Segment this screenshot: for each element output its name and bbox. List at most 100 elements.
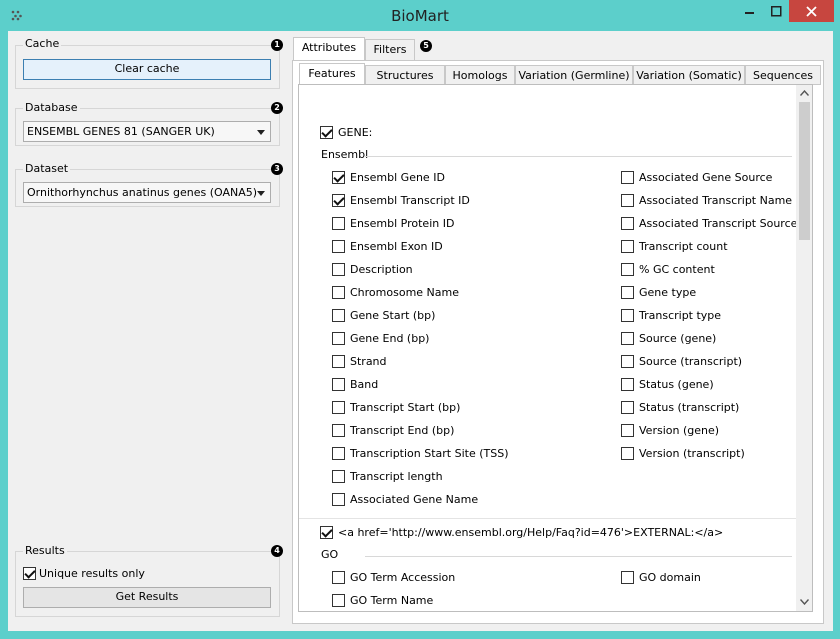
maximize-icon: [770, 5, 781, 16]
scrollbar-thumb[interactable]: [799, 102, 810, 240]
subtab-3[interactable]: Variation (Germline): [515, 65, 633, 85]
scroll-up-icon[interactable]: [800, 90, 809, 96]
gene_section-right-4-label: % GC content: [639, 263, 715, 276]
scroll-down-icon[interactable]: [800, 599, 809, 605]
external_section-right-0-checkbox[interactable]: [621, 571, 634, 584]
gene_section-left-14-label: Associated Gene Name: [350, 493, 479, 506]
window: BioMart Cache 1 Clear cache Database 2 E…: [0, 0, 840, 639]
gene_section-left-9-label: Band: [350, 378, 379, 391]
gene_section-left-3-label: Ensembl Exon ID: [350, 240, 443, 253]
gene_section-right-5-label: Gene type: [639, 286, 697, 299]
dataset-select[interactable]: Ornithorhynchus anatinus genes (OANA5): [23, 182, 271, 203]
gene_section-left-13-checkbox[interactable]: [332, 470, 345, 483]
close-button[interactable]: [789, 0, 834, 22]
gene_section-right-11-checkbox[interactable]: [621, 424, 634, 437]
subtab-1[interactable]: Structures: [365, 65, 445, 85]
gene_section-right-12-checkbox[interactable]: [621, 447, 634, 460]
section-divider: [299, 518, 796, 519]
tab-filters[interactable]: Filters: [365, 39, 415, 61]
gene_section-left-11-label: Transcript End (bp): [350, 424, 455, 437]
external_section-group-separator: [365, 556, 792, 557]
database-select[interactable]: ENSEMBL GENES 81 (SANGER UK): [23, 121, 271, 142]
gene_section-left-10-label: Transcript Start (bp): [350, 401, 461, 414]
gene_section-right-11-label: Version (gene): [639, 424, 720, 437]
gene_section-right-10-label: Status (transcript): [639, 401, 740, 414]
gene_section-left-0-checkbox[interactable]: [332, 171, 345, 184]
results-label: Results: [23, 544, 67, 557]
gene_section-right-8-label: Source (transcript): [639, 355, 743, 368]
gene_section-right-6-checkbox[interactable]: [621, 309, 634, 322]
gene_section-right-9-checkbox[interactable]: [621, 378, 634, 391]
maximize-button[interactable]: [764, 0, 788, 22]
results-badge: 4: [271, 545, 283, 557]
dataset-badge: 3: [271, 163, 283, 175]
window-client: Cache 1 Clear cache Database 2 ENSEMBL G…: [8, 31, 833, 631]
minimize-icon: [745, 12, 754, 14]
tab-attributes[interactable]: Attributes: [293, 37, 365, 61]
gene_section-left-9-checkbox[interactable]: [332, 378, 345, 391]
gene_section-left-12-checkbox[interactable]: [332, 447, 345, 460]
gene_section-right-9-label: Status (gene): [639, 378, 714, 391]
gene_section-section-checkbox[interactable]: [320, 126, 333, 139]
gene_section-right-7-label: Source (gene): [639, 332, 717, 345]
gene_section-left-10-checkbox[interactable]: [332, 401, 345, 414]
external_section-left-1-checkbox[interactable]: [332, 594, 345, 607]
gene_section-group-separator: [365, 156, 792, 157]
minimize-button[interactable]: [737, 0, 763, 22]
cache-badge: 1: [271, 39, 283, 51]
gene_section-left-2-label: Ensembl Protein ID: [350, 217, 455, 230]
gene_section-left-12-label: Transcription Start Site (TSS): [350, 447, 509, 460]
gene_section-left-7-label: Gene End (bp): [350, 332, 430, 345]
gene_section-right-0-label: Associated Gene Source: [639, 171, 773, 184]
gene_section-section-label: GENE:: [338, 126, 373, 139]
gene_section-right-3-label: Transcript count: [639, 240, 728, 253]
external_section-section-label: <a href='http://www.ensembl.org/Help/Faq…: [338, 526, 724, 539]
gene_section-left-1-label: Ensembl Transcript ID: [350, 194, 470, 207]
gene_section-right-3-checkbox[interactable]: [621, 240, 634, 253]
gene_section-right-2-checkbox[interactable]: [621, 217, 634, 230]
gene_section-left-8-checkbox[interactable]: [332, 355, 345, 368]
gene_section-left-6-checkbox[interactable]: [332, 309, 345, 322]
window-title: BioMart: [391, 7, 449, 25]
gene_section-right-0-checkbox[interactable]: [621, 171, 634, 184]
database-label: Database: [23, 101, 80, 114]
external_section-left-0-checkbox[interactable]: [332, 571, 345, 584]
gene_section-right-5-checkbox[interactable]: [621, 286, 634, 299]
database-badge: 2: [271, 102, 283, 114]
gene_section-right-2-label: Associated Transcript Source: [639, 217, 798, 230]
external_section-section-checkbox[interactable]: [320, 526, 333, 539]
gene_section-right-4-checkbox[interactable]: [621, 263, 634, 276]
subtab-5[interactable]: Sequences: [745, 65, 821, 85]
dataset-select-value: Ornithorhynchus anatinus genes (OANA5): [27, 186, 258, 199]
gene_section-left-5-checkbox[interactable]: [332, 286, 345, 299]
subtab-0[interactable]: Features: [299, 63, 365, 86]
external_section-left-1-label: GO Term Name: [350, 594, 434, 607]
subtab-2[interactable]: Homologs: [445, 65, 515, 85]
gene_section-left-11-checkbox[interactable]: [332, 424, 345, 437]
close-icon: [806, 5, 817, 17]
gene_section-left-8-label: Strand: [350, 355, 387, 368]
gene_section-left-4-label: Description: [350, 263, 413, 276]
gene_section-left-7-checkbox[interactable]: [332, 332, 345, 345]
gene_section-right-1-label: Associated Transcript Name: [639, 194, 793, 207]
gene_section-right-8-checkbox[interactable]: [621, 355, 634, 368]
gene_section-left-13-label: Transcript length: [350, 470, 443, 483]
gene_section-left-2-checkbox[interactable]: [332, 217, 345, 230]
unique-results-checkbox[interactable]: [23, 567, 36, 580]
filters-badge: 5: [420, 40, 432, 52]
gene_section-right-12-label: Version (transcript): [639, 447, 745, 460]
gene_section-left-4-checkbox[interactable]: [332, 263, 345, 276]
vertical-scrollbar[interactable]: [796, 85, 812, 611]
dataset-label: Dataset: [23, 162, 71, 175]
title-bar[interactable]: BioMart: [0, 0, 840, 30]
gene_section-left-14-checkbox[interactable]: [332, 493, 345, 506]
gene_section-right-10-checkbox[interactable]: [621, 401, 634, 414]
gene_section-left-3-checkbox[interactable]: [332, 240, 345, 253]
gene_section-left-1-checkbox[interactable]: [332, 194, 345, 207]
gene_section-right-7-checkbox[interactable]: [621, 332, 634, 345]
subtab-4[interactable]: Variation (Somatic): [633, 65, 745, 85]
clear-cache-button[interactable]: Clear cache: [23, 59, 271, 80]
external_section-right-0-label: GO domain: [639, 571, 701, 584]
gene_section-right-1-checkbox[interactable]: [621, 194, 634, 207]
get-results-button[interactable]: Get Results: [23, 587, 271, 608]
